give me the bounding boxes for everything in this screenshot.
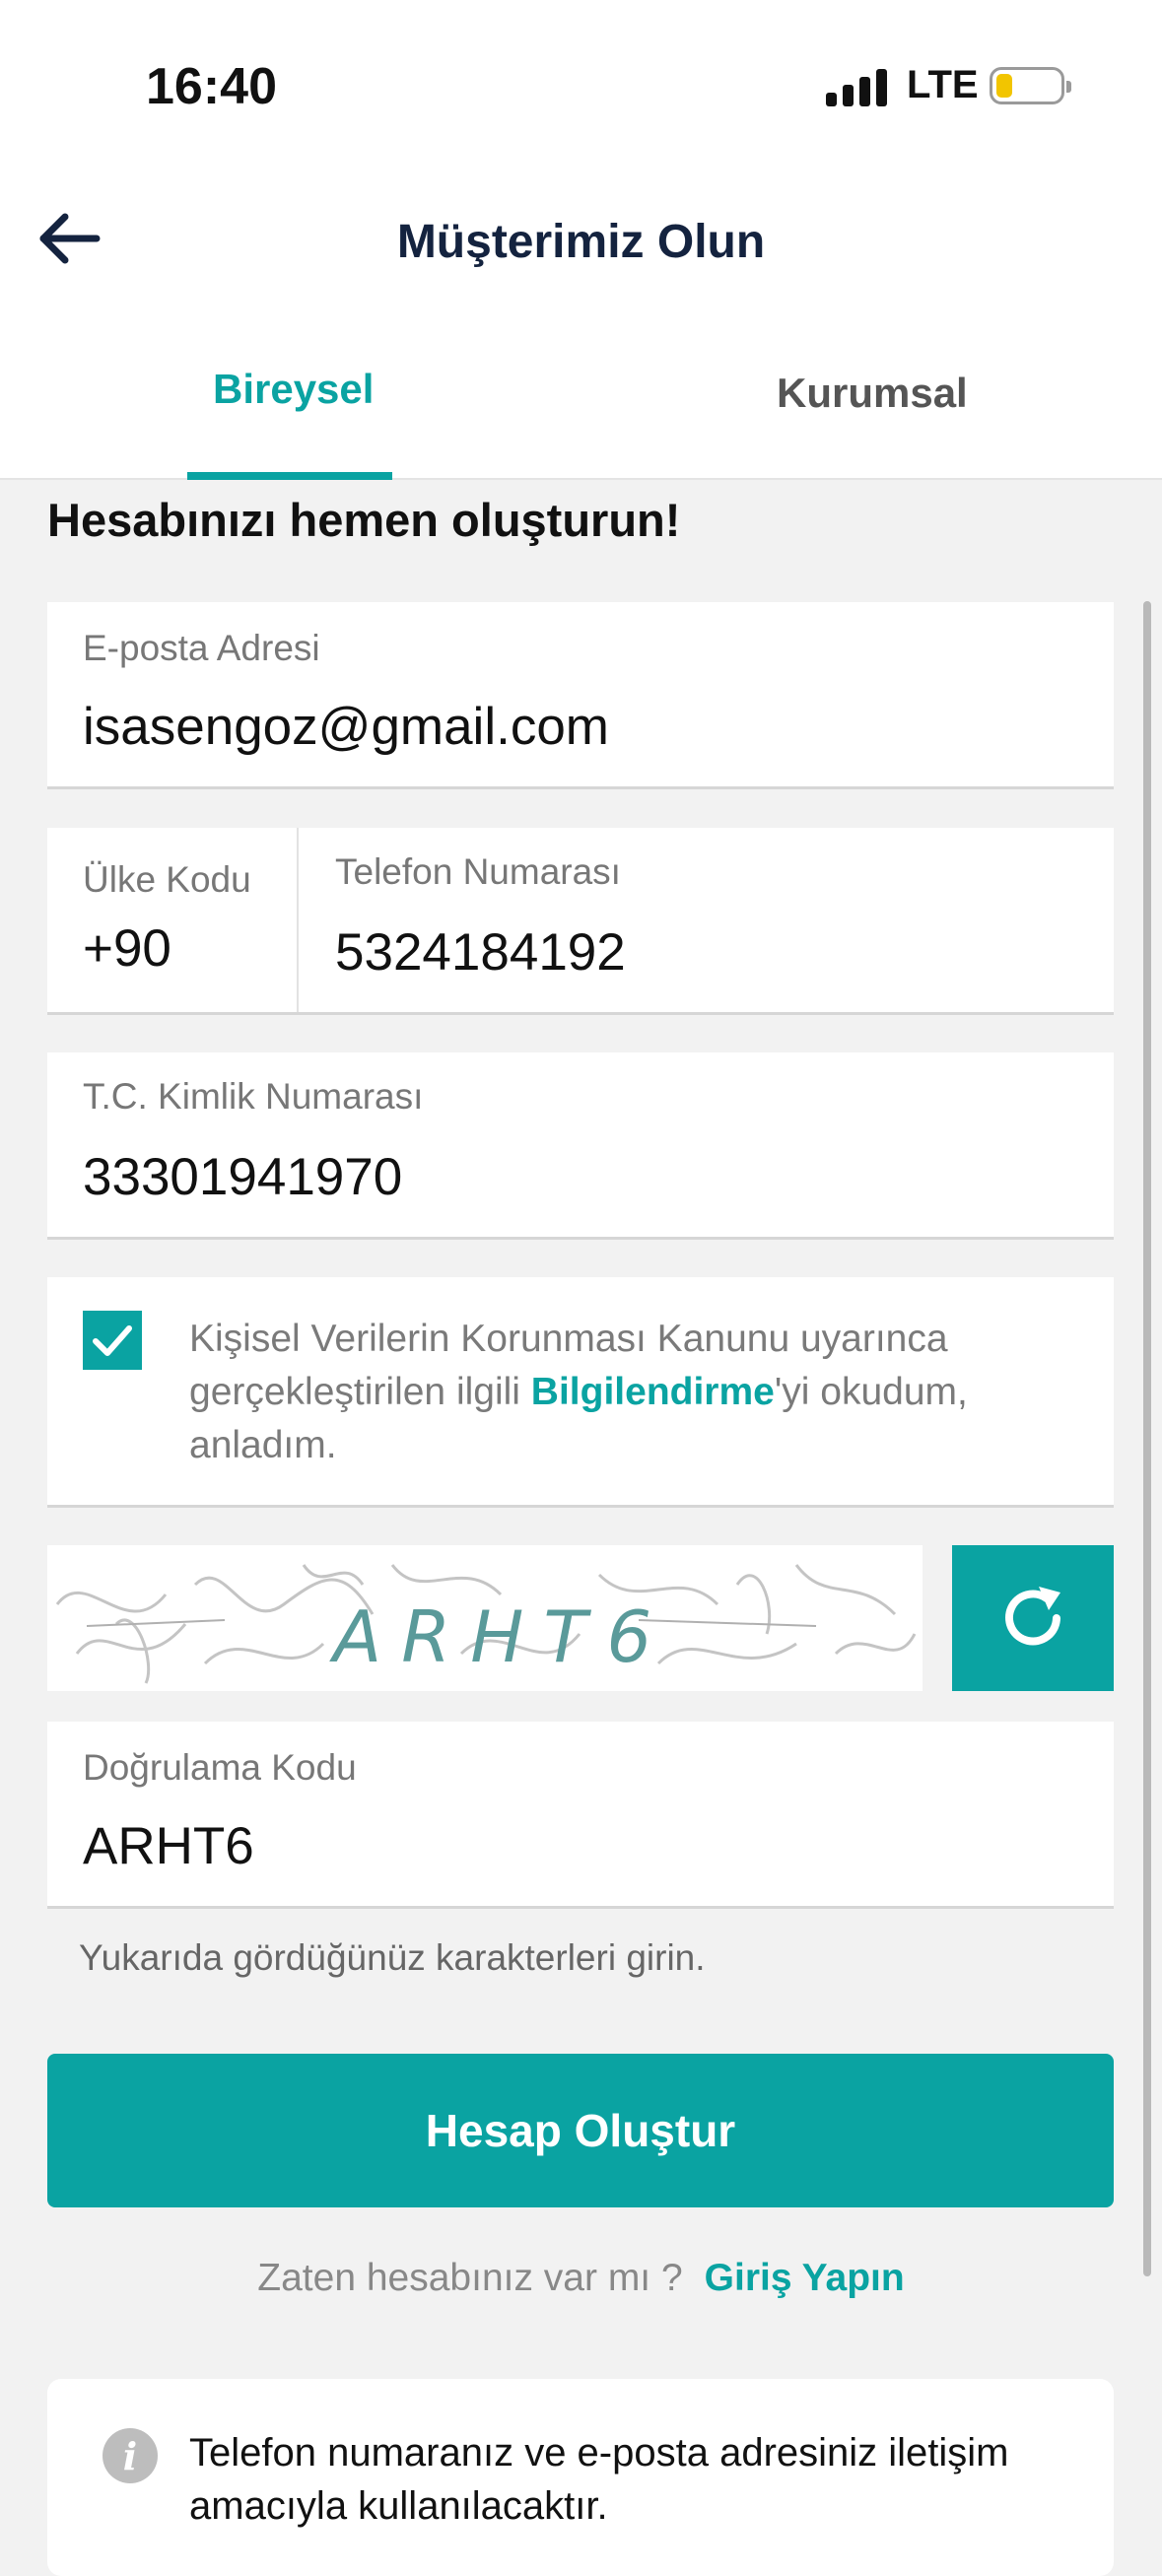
login-link[interactable]: Giriş Yapın [705, 2257, 905, 2299]
page-title: Müşterimiz Olun [396, 216, 766, 268]
captcha-text: ARHT6 [329, 1595, 671, 1678]
battery-icon [990, 67, 1071, 104]
check-icon [93, 1325, 132, 1356]
email-label: E-posta Adresi [83, 628, 320, 668]
navigation-bar: Müşterimiz Olun [0, 168, 1162, 310]
verification-label: Doğrulama Kodu [83, 1747, 357, 1788]
captcha-noise: ARHT6 [55, 1564, 917, 1684]
national-id-input[interactable] [83, 1147, 1068, 1207]
consent-card: Kişisel Verilerin Korunması Kanunu uyarı… [47, 1277, 1114, 1508]
national-id-field[interactable]: T.C. Kimlik Numarası [47, 1052, 1114, 1240]
info-card: i Telefon numaranız ve e-posta adresiniz… [47, 2379, 1114, 2576]
cellular-signal-icon [826, 67, 887, 106]
consent-text: Kişisel Verilerin Korunması Kanunu uyarı… [189, 1313, 1057, 1472]
national-id-label: T.C. Kimlik Numarası [83, 1076, 424, 1117]
consent-checkbox[interactable] [83, 1311, 142, 1370]
phone-row: Ülke Kodu Telefon Numarası [47, 828, 1114, 1015]
status-time: 16:40 [146, 58, 277, 115]
verification-hint: Yukarıda gördüğünüz karakterleri girin. [79, 1937, 706, 1978]
create-account-button[interactable]: Hesap Oluştur [47, 2054, 1114, 2207]
refresh-captcha-button[interactable] [952, 1545, 1114, 1691]
verification-field[interactable]: Doğrulama Kodu [47, 1722, 1114, 1909]
country-code-label: Ülke Kodu [83, 859, 251, 900]
tab-corporate[interactable]: Kurumsal [777, 370, 968, 417]
email-input[interactable] [83, 697, 1068, 757]
phone-input[interactable] [335, 922, 1084, 983]
email-field[interactable]: E-posta Adresi [47, 602, 1114, 789]
network-type: LTE [907, 63, 979, 106]
scrollbar[interactable] [1143, 601, 1151, 2276]
login-question: Zaten hesabınız var mı ? [257, 2257, 683, 2299]
info-icon: i [103, 2428, 158, 2483]
status-bar: 16:40 LTE [0, 0, 1162, 168]
consent-info-link[interactable]: Bilgilendirme [531, 1371, 775, 1413]
verification-input[interactable] [83, 1816, 1068, 1876]
captcha-image: ARHT6 [47, 1545, 923, 1691]
refresh-icon [1005, 1587, 1060, 1646]
form-heading: Hesabınızı hemen oluşturun! [47, 494, 681, 546]
tab-individual[interactable]: Bireysel [213, 366, 374, 413]
active-tab-indicator [187, 472, 392, 480]
field-divider [297, 828, 299, 1012]
account-type-tabs: Bireysel Kurumsal [0, 310, 1162, 480]
info-text: Telefon numaranız ve e-posta adresiniz i… [189, 2431, 1009, 2528]
phone-label: Telefon Numarası [335, 851, 621, 892]
country-code-input[interactable] [83, 918, 280, 979]
login-prompt: Zaten hesabınız var mı ? Giriş Yapın [0, 2257, 1162, 2300]
